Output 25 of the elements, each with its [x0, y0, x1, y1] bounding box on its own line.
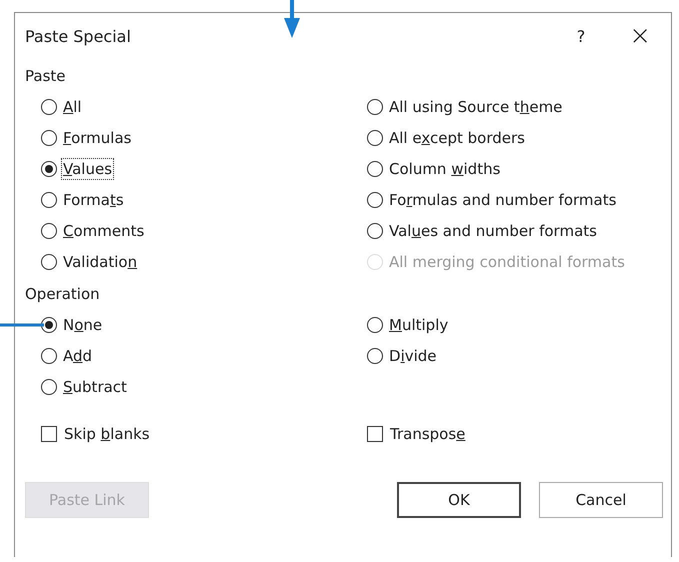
window-title: Paste Special [25, 26, 132, 46]
group-heading: Paste [25, 67, 66, 85]
option-label[interactable]: Column widths [387, 158, 502, 180]
option-label[interactable]: Formats [61, 188, 126, 210]
option-label[interactable]: All using Source theme [387, 96, 564, 118]
option-label[interactable]: Comments [61, 220, 146, 242]
dialog-button[interactable]: OK [397, 482, 521, 518]
option-label[interactable]: Add [61, 344, 94, 366]
option-label[interactable]: Values and number formats [387, 220, 599, 242]
option-label[interactable]: Formulas and number formats [387, 188, 618, 210]
option-label[interactable]: Values [61, 158, 114, 180]
option-label[interactable]: Multiply [387, 314, 450, 336]
option-label[interactable]: Formulas [61, 126, 134, 148]
option-label[interactable]: None [61, 314, 104, 336]
checkbox-label[interactable]: Transpose [388, 422, 468, 444]
checkbox-label[interactable]: Skip blanks [62, 422, 152, 444]
option-label[interactable]: Divide [387, 344, 439, 366]
option-label[interactable]: All except borders [387, 126, 527, 148]
help-button[interactable]: ? [576, 26, 586, 46]
option-label[interactable]: Validation [61, 250, 140, 272]
dialog-button[interactable]: Cancel [539, 482, 663, 518]
group-heading: Operation [25, 285, 101, 303]
option-label[interactable]: Subtract [61, 376, 129, 398]
close-button[interactable]: × [629, 21, 651, 51]
option-label[interactable]: All [61, 96, 84, 118]
